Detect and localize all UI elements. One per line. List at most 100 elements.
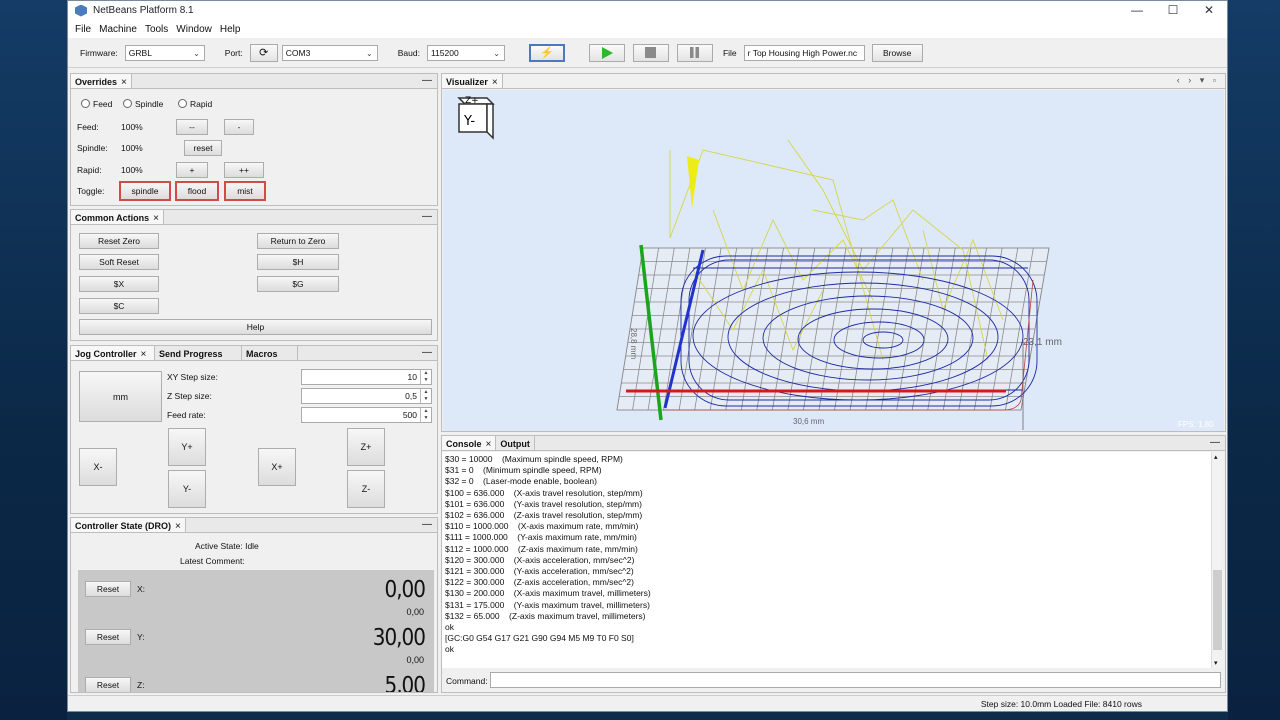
jog-x-plus-button[interactable]: X+ — [258, 448, 296, 486]
pause-button[interactable] — [676, 43, 713, 62]
rapid-label: Rapid: — [77, 165, 102, 175]
radio-rapid-label: Rapid — [190, 99, 213, 109]
firmware-select[interactable]: GRBL ⌄ — [124, 44, 205, 61]
tab-controller-state[interactable]: Controller State (DRO) × — [71, 518, 186, 532]
dim-y-label: 28,8 mm — [629, 328, 638, 359]
toggle-spindle-button[interactable]: spindle — [119, 181, 171, 201]
command-input[interactable] — [490, 672, 1221, 688]
browse-button[interactable]: Browse — [871, 43, 923, 62]
file-value: r Top Housing High Power.nc — [747, 47, 858, 58]
reset-x-button[interactable]: Reset — [85, 581, 131, 597]
spinner-arrows-icon[interactable]: ▲ ▼ — [420, 389, 431, 403]
minimize-button[interactable]: — — [1119, 1, 1155, 19]
close-icon[interactable]: × — [486, 439, 492, 450]
reset-y-button[interactable]: Reset — [85, 629, 131, 645]
homing-button[interactable]: $H — [257, 254, 339, 270]
plus-plus-button[interactable]: ++ — [224, 162, 264, 178]
radio-rapid[interactable]: Rapid — [178, 99, 212, 109]
unlock-button[interactable]: $X — [79, 276, 159, 292]
menu-file[interactable]: File — [71, 24, 95, 35]
tab-overrides[interactable]: Overrides × — [71, 74, 132, 88]
jog-z-plus-button[interactable]: Z+ — [347, 428, 385, 466]
port-value: COM3 — [285, 47, 311, 58]
reset-zero-button[interactable]: Reset Zero — [79, 233, 159, 249]
menu-window[interactable]: Window — [172, 24, 216, 35]
refresh-ports-button[interactable]: ⟳ — [249, 43, 278, 62]
send-button[interactable] — [588, 43, 625, 62]
toggle-flood-button[interactable]: flood — [175, 181, 219, 201]
close-icon[interactable]: × — [175, 521, 181, 532]
console-line: $32 = 0 (Laser-mode enable, boolean) — [445, 476, 597, 487]
tab-navigation-icon[interactable]: ‹ › ▾ ▫ — [1177, 75, 1219, 86]
tab-console[interactable]: Console × — [442, 436, 497, 450]
xy-step-value: 10 — [407, 372, 417, 382]
tab-send-progress[interactable]: Send Progress — [155, 346, 242, 360]
menu-machine[interactable]: Machine — [95, 24, 141, 35]
scrollbar-thumb[interactable] — [1213, 570, 1222, 650]
gcode-state-button[interactable]: $G — [257, 276, 339, 292]
return-to-zero-button[interactable]: Return to Zero — [257, 233, 339, 249]
toggle-mist-button[interactable]: mist — [224, 181, 266, 201]
close-icon[interactable]: × — [492, 77, 498, 88]
console-line: $122 = 300.000 (Z-axis acceleration, mm/… — [445, 577, 634, 588]
jog-y-minus-button[interactable]: Y- — [168, 470, 206, 508]
feed-fine-minus-button[interactable]: - — [224, 119, 254, 135]
jog-y-plus-button[interactable]: Y+ — [168, 428, 206, 466]
console-line: $111 = 1000.000 (Y-axis maximum rate, mm… — [445, 532, 637, 543]
feed-rate-input[interactable]: 500 ▲ ▼ — [301, 407, 432, 423]
tab-macros[interactable]: Macros — [242, 346, 298, 360]
minimize-icon[interactable]: — — [1210, 437, 1220, 448]
jog-x-minus-button[interactable]: X- — [79, 448, 117, 486]
tab-visualizer[interactable]: Visualizer × — [442, 74, 503, 88]
file-field[interactable]: r Top Housing High Power.nc — [743, 44, 865, 61]
help-button[interactable]: Help — [79, 319, 432, 335]
close-button[interactable]: ✕ — [1191, 1, 1227, 19]
reset-overrides-button[interactable]: reset — [184, 140, 222, 156]
maximize-button[interactable]: ☐ — [1155, 1, 1191, 19]
connect-button[interactable]: ⚡ — [528, 43, 565, 62]
console-output[interactable]: $30 = 10000 (Maximum spindle speed, RPM)… — [442, 452, 1223, 668]
tab-output[interactable]: Output — [496, 436, 535, 450]
xy-step-input[interactable]: 10 ▲ ▼ — [301, 369, 432, 385]
z-step-input[interactable]: 0,5 ▲ ▼ — [301, 388, 432, 404]
scroll-down-icon[interactable]: ▾ — [1214, 659, 1218, 667]
feed-coarse-minus-button[interactable]: -- — [176, 119, 208, 135]
minimize-icon[interactable]: — — [422, 75, 432, 86]
spinner-arrows-icon[interactable]: ▲ ▼ — [420, 408, 431, 422]
close-icon[interactable]: × — [121, 77, 127, 88]
console-line: ok — [445, 644, 454, 655]
close-icon[interactable]: × — [141, 349, 147, 360]
baud-label: Baud: — [397, 47, 420, 58]
baud-select[interactable]: 115200 ⌄ — [426, 44, 505, 61]
tab-common-actions[interactable]: Common Actions × — [71, 210, 165, 224]
radio-feed[interactable]: Feed — [81, 99, 112, 109]
jog-z-minus-button[interactable]: Z- — [347, 470, 385, 508]
tab-jog-controller[interactable]: Jog Controller × — [71, 346, 155, 360]
scroll-up-icon[interactable]: ▴ — [1214, 453, 1218, 461]
minimize-icon[interactable]: — — [422, 211, 432, 222]
close-icon[interactable]: × — [153, 213, 159, 224]
soft-reset-button[interactable]: Soft Reset — [79, 254, 159, 270]
port-select[interactable]: COM3 ⌄ — [281, 44, 378, 61]
view-cube[interactable]: Z+ Y- — [457, 96, 495, 140]
console-line: $100 = 636.000 (X-axis travel resolution… — [445, 487, 643, 498]
radio-spindle[interactable]: Spindle — [123, 99, 163, 109]
feed-rate-value: 500 — [402, 410, 417, 420]
stop-button[interactable] — [632, 43, 669, 62]
spinner-arrows-icon[interactable]: ▲ ▼ — [420, 370, 431, 384]
reset-z-button[interactable]: Reset — [85, 677, 131, 692]
radio-feed-circle — [81, 99, 90, 108]
visualizer-canvas[interactable]: Z+ Y- 23,1 mm 30,6 mm 28,8 mm FPS: 1,80 — [443, 90, 1224, 431]
check-mode-button[interactable]: $C — [79, 298, 159, 314]
unit-toggle-button[interactable]: mm — [79, 371, 162, 422]
baud-value: 115200 — [430, 47, 459, 58]
plus-button[interactable]: + — [176, 162, 208, 178]
console-scrollbar[interactable]: ▴ ▾ — [1211, 452, 1223, 668]
console-line: $110 = 1000.000 (X-axis maximum rate, mm… — [445, 521, 639, 532]
minimize-icon[interactable]: — — [422, 347, 432, 358]
toggle-label: Toggle: — [77, 186, 105, 196]
menu-help[interactable]: Help — [216, 24, 245, 35]
app-window: NetBeans Platform 8.1 — ☐ ✕ File Machine… — [67, 0, 1228, 712]
menu-tools[interactable]: Tools — [141, 24, 172, 35]
minimize-icon[interactable]: — — [422, 519, 432, 530]
